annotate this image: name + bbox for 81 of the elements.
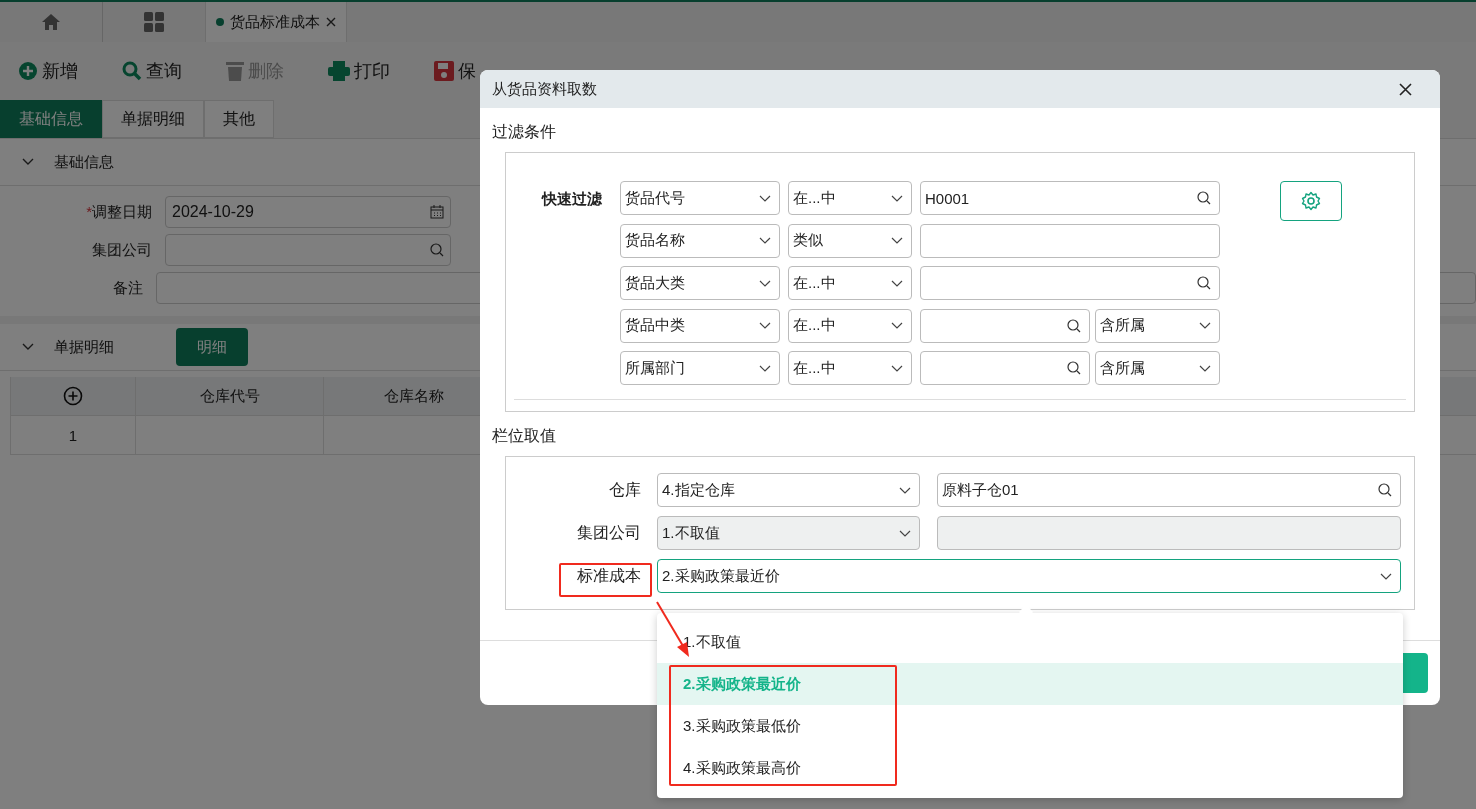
value-select[interactable]: 2.采购政策最近价 — [657, 559, 1401, 593]
scope-select[interactable]: 含所属 — [1095, 308, 1220, 343]
form-tab[interactable]: 单据明细 — [102, 100, 204, 138]
value-select[interactable]: 4.指定仓库 — [657, 473, 920, 507]
chevron-icon — [891, 237, 903, 244]
calendar-icon[interactable] — [430, 205, 444, 219]
operator-select[interactable]: 在...中 — [788, 181, 912, 215]
field-select[interactable]: 货品名称 — [620, 223, 780, 258]
input-field[interactable] — [920, 351, 1090, 385]
field-label: 集团公司 — [92, 240, 152, 260]
toolbar-button[interactable]: 查询 — [122, 59, 182, 83]
chevron-icon — [891, 364, 903, 372]
chevron-icon — [1199, 322, 1211, 329]
dialog-title: 从货品资料取数 — [492, 79, 597, 99]
input-field[interactable] — [937, 516, 1401, 550]
close-icon[interactable] — [1399, 82, 1412, 96]
group-title: 栏位取值 — [492, 426, 557, 446]
operator-select[interactable]: 在...中 — [788, 351, 912, 385]
search-icon[interactable] — [1197, 276, 1211, 290]
input-field[interactable] — [920, 266, 1220, 300]
section-title: 单据明细 — [54, 337, 114, 357]
input-field[interactable]: 2024-10-29 — [165, 196, 451, 228]
group-title: 过滤条件 — [492, 122, 557, 142]
chevron-icon — [891, 194, 903, 202]
settings-button[interactable] — [1280, 181, 1342, 221]
chevron-icon — [899, 486, 911, 494]
input-field[interactable] — [165, 234, 451, 266]
dropdown-option[interactable]: 3.采购政策最低价 — [657, 705, 1403, 747]
input-field[interactable]: H0001 — [920, 181, 1220, 215]
home-icon[interactable] — [41, 13, 61, 31]
grid-icon[interactable] — [144, 12, 164, 32]
document-tab[interactable]: 货品标准成本 — [205, 2, 347, 42]
field-label: 备注 — [113, 278, 144, 298]
chevron-icon — [899, 529, 911, 537]
quick-filter-label: 快速过滤 — [540, 189, 602, 209]
field-select[interactable]: 货品大类 — [620, 266, 780, 300]
operator-select[interactable]: 在...中 — [788, 308, 912, 343]
gear-icon — [1301, 191, 1321, 211]
input-field[interactable]: 原料子仓01 — [937, 473, 1401, 507]
field-label: 标准成本 — [577, 565, 641, 586]
plus-circle-icon — [18, 61, 38, 81]
column-header: 仓库名称 — [383, 385, 445, 406]
field-label: 集团公司 — [577, 522, 641, 543]
field-select[interactable]: 所属部门 — [620, 351, 780, 385]
chevron-icon — [891, 279, 903, 287]
chevron-icon — [891, 322, 903, 329]
search-icon[interactable] — [1378, 483, 1392, 497]
search-icon[interactable] — [1067, 361, 1081, 375]
chevron-icon — [759, 279, 771, 287]
trash-icon — [226, 61, 244, 81]
toolbar-button[interactable]: 打印 — [328, 59, 390, 83]
scope-select[interactable]: 含所属 — [1095, 351, 1220, 385]
chevron-icon — [1199, 364, 1211, 372]
add-row-icon[interactable] — [63, 386, 83, 406]
section-title: 基础信息 — [54, 152, 114, 172]
field-label: 调整日期 — [92, 202, 152, 222]
toolbar-button[interactable]: 新增 — [18, 59, 78, 83]
column-header: 仓库代号 — [136, 377, 324, 415]
chevron-icon — [1380, 572, 1392, 580]
required-mark: * — [86, 202, 92, 222]
toolbar-button[interactable]: 保 — [434, 59, 476, 83]
status-dot — [216, 18, 224, 26]
field-label: 仓库 — [609, 479, 641, 500]
field-select[interactable]: 货品中类 — [620, 308, 780, 343]
field-select[interactable]: 货品代号 — [620, 181, 780, 215]
chevron-icon — [759, 364, 771, 372]
chevron-icon[interactable] — [22, 158, 34, 166]
search-icon[interactable] — [1197, 191, 1211, 205]
chevron-icon — [759, 194, 771, 202]
table-cell: 1 — [11, 416, 136, 454]
form-tab[interactable]: 其他 — [204, 100, 274, 138]
chevron-icon — [759, 237, 771, 244]
search-icon[interactable] — [1067, 318, 1081, 333]
dropdown-option[interactable]: 4.采购政策最高价 — [657, 747, 1403, 789]
input-field[interactable] — [920, 223, 1220, 258]
input-field[interactable] — [920, 308, 1090, 343]
search-icon — [122, 61, 142, 81]
operator-select[interactable]: 在...中 — [788, 266, 912, 300]
chevron-icon[interactable] — [22, 343, 34, 351]
chevron-icon — [759, 322, 771, 329]
operator-select[interactable]: 类似 — [788, 223, 912, 258]
